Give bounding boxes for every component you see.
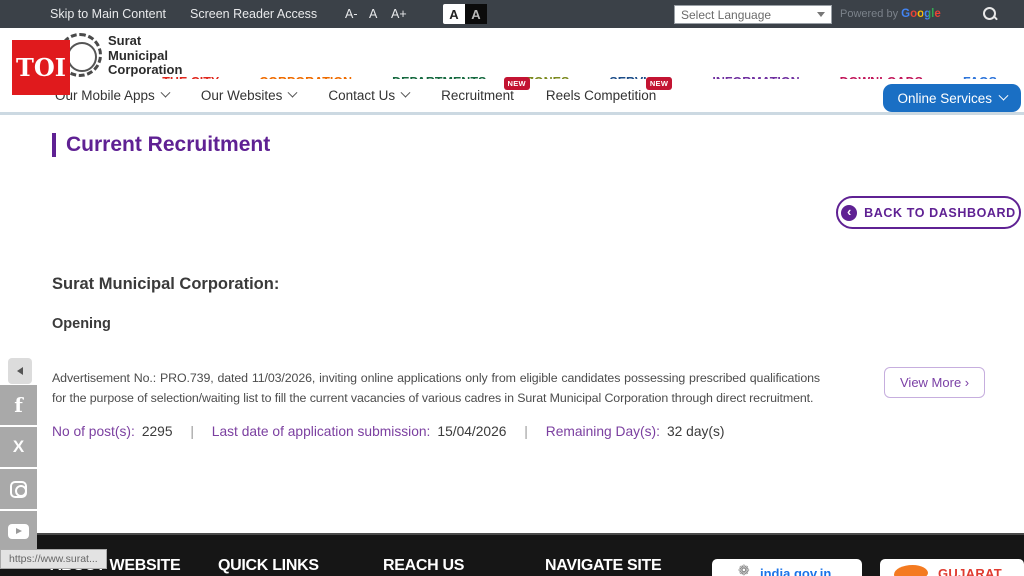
skip-to-main-link[interactable]: Skip to Main Content xyxy=(50,7,166,21)
back-to-dashboard-button[interactable]: ‹ BACK TO DASHBOARD xyxy=(836,196,1021,229)
gujarat-map-icon xyxy=(894,565,928,576)
facebook-icon[interactable] xyxy=(0,385,37,425)
separator: | xyxy=(190,424,194,439)
contrast-normal-toggle[interactable]: A xyxy=(443,4,465,24)
opening-heading: Opening xyxy=(52,316,111,332)
logo-line: Surat xyxy=(108,34,182,49)
subnav-contact-us[interactable]: Contact Us xyxy=(328,88,409,103)
instagram-glyph xyxy=(10,481,27,498)
page-title: Current Recruitment xyxy=(66,133,270,157)
search-icon[interactable] xyxy=(983,7,998,22)
font-increase-button[interactable]: A+ xyxy=(391,7,407,21)
footer: ABOUT WEBSITE QUICK LINKS REACH US NAVIG… xyxy=(0,533,1024,576)
remaining-days-value: 32 day(s) xyxy=(667,424,725,439)
subnav-label: Contact Us xyxy=(328,88,395,103)
subnav-label: Recruitment xyxy=(441,88,514,103)
x-twitter-icon[interactable] xyxy=(0,427,37,467)
font-decrease-button[interactable]: A- xyxy=(345,7,358,21)
logo-line: Municipal xyxy=(108,49,182,64)
footer-navigate-site: NAVIGATE SITE xyxy=(545,557,661,575)
back-arrow-icon: ‹ xyxy=(841,205,857,221)
subnav-our-mobile-apps[interactable]: Our Mobile Apps xyxy=(55,88,169,103)
font-default-button[interactable]: A xyxy=(369,7,377,21)
chevron-down-icon xyxy=(999,90,1009,100)
accessibility-bar: Skip to Main Content Screen Reader Acces… xyxy=(0,0,1024,28)
ashoka-emblem-icon: ❁ xyxy=(738,562,754,576)
sidebar-collapse-button[interactable] xyxy=(8,358,32,384)
logo-line: Corporation xyxy=(108,63,182,78)
powered-by-text: Powered by xyxy=(840,8,898,20)
youtube-icon[interactable] xyxy=(0,511,37,551)
recruitment-details-row: No of post(s): 2295 | Last date of applic… xyxy=(52,424,725,439)
online-services-button[interactable]: Online Services xyxy=(883,84,1021,112)
footer-reach-us: REACH US xyxy=(383,557,464,575)
posts-label: No of post(s): xyxy=(52,424,135,439)
powered-by-google: Powered by Google xyxy=(840,8,941,20)
last-date-label: Last date of application submission: xyxy=(212,424,431,439)
contrast-dark-toggle[interactable]: A xyxy=(465,4,487,24)
chevron-down-icon xyxy=(288,88,298,98)
subnav-reels-competition[interactable]: Reels CompetitionNEW xyxy=(546,88,656,103)
advertisement-text: Advertisement No.: PRO.739, dated 11/03/… xyxy=(52,369,820,408)
last-date-value: 15/04/2026 xyxy=(437,424,506,439)
screen-reader-link[interactable]: Screen Reader Access xyxy=(190,7,317,21)
remaining-days-label: Remaining Day(s): xyxy=(546,424,660,439)
gujarat-label: GUJARAT xyxy=(938,566,1002,576)
title-accent-bar xyxy=(52,133,56,157)
chevron-left-icon xyxy=(17,367,23,375)
new-badge: NEW xyxy=(646,77,672,90)
secondary-navigation: Our Mobile Apps Our Websites Contact Us … xyxy=(0,79,1024,115)
toi-watermark-text: TOI xyxy=(16,53,66,82)
language-select-value: Select Language xyxy=(681,8,771,22)
online-services-label: Online Services xyxy=(897,91,992,106)
chevron-down-icon xyxy=(401,88,411,98)
subnav-label: Reels Competition xyxy=(546,88,656,103)
new-badge: NEW xyxy=(504,77,530,90)
subnav-recruitment[interactable]: RecruitmentNEW xyxy=(441,88,514,103)
chevron-down-icon xyxy=(817,12,825,17)
back-to-dashboard-label: BACK TO DASHBOARD xyxy=(864,206,1016,220)
toi-watermark: TOI xyxy=(12,40,70,95)
link-status-tooltip: https://www.surat... xyxy=(0,549,107,569)
organization-heading: Surat Municipal Corporation: xyxy=(52,275,279,294)
page-title-block: Current Recruitment xyxy=(52,133,270,157)
social-sidebar xyxy=(0,385,37,553)
smc-recruitment-page: Skip to Main Content Screen Reader Acces… xyxy=(0,0,1024,576)
google-logo: Google xyxy=(901,8,941,20)
language-select[interactable]: Select Language xyxy=(674,5,832,24)
main-content: Current Recruitment ‹ BACK TO DASHBOARD … xyxy=(0,115,1024,533)
subnav-label: Our Websites xyxy=(201,88,283,103)
india-gov-badge[interactable]: ❁ india.gov.in xyxy=(712,559,862,576)
view-more-button[interactable]: View More › xyxy=(884,367,985,398)
subnav-our-websites[interactable]: Our Websites xyxy=(201,88,297,103)
separator: | xyxy=(524,424,528,439)
instagram-icon[interactable] xyxy=(0,469,37,509)
footer-quick-links: QUICK LINKS xyxy=(218,557,319,575)
posts-value: 2295 xyxy=(142,424,173,439)
smc-logo-text[interactable]: Surat Municipal Corporation xyxy=(108,34,182,78)
gujarat-portal-badge[interactable]: GUJARAT xyxy=(880,559,1024,576)
chevron-down-icon xyxy=(160,88,170,98)
india-gov-label: india.gov.in xyxy=(760,566,831,576)
youtube-glyph xyxy=(8,524,29,539)
